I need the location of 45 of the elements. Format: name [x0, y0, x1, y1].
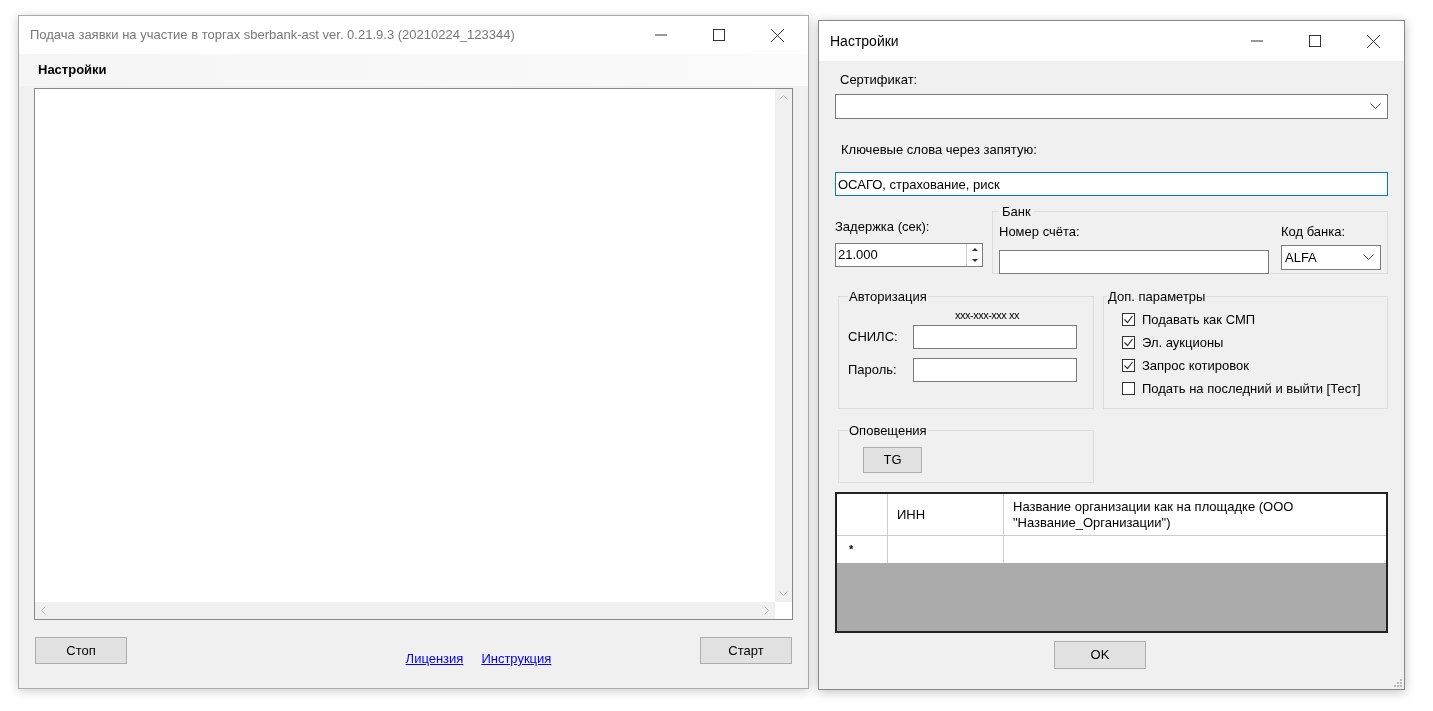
- ok-button[interactable]: OK: [1054, 641, 1146, 669]
- group-title: Банк: [1001, 203, 1032, 221]
- close-icon[interactable]: [771, 28, 784, 42]
- password-field[interactable]: [913, 358, 1077, 382]
- checkbox[interactable]: [1122, 358, 1135, 372]
- option-label[interactable]: Запрос котировок: [1142, 356, 1249, 374]
- snils-field[interactable]: [913, 325, 1077, 349]
- option-label[interactable]: Подать на последний и выйти [Тест]: [1142, 379, 1361, 397]
- stop-button[interactable]: Стоп: [35, 637, 127, 664]
- bank-code-label: Код банка:: [1281, 222, 1347, 241]
- option-label[interactable]: Эл. аукционы: [1142, 333, 1224, 351]
- keywords-field[interactable]: ОСАГО, страхование, риск: [835, 172, 1388, 196]
- certificate-label: Сертификат:: [840, 71, 919, 89]
- snils-format-hint: xxx-xxx-xxx xx: [955, 307, 1020, 323]
- option-label[interactable]: Подавать как СМП: [1142, 310, 1256, 328]
- start-button[interactable]: Старт: [700, 637, 792, 664]
- chevron-down-icon: [1363, 254, 1374, 261]
- window-title: Настройки: [830, 31, 900, 51]
- delay-spinbox[interactable]: 21.000: [835, 242, 983, 267]
- delay-label: Задержка (сек):: [835, 218, 931, 236]
- group-title: Оповещения: [848, 422, 928, 440]
- chevron-down-icon: [1370, 102, 1381, 110]
- account-field[interactable]: [999, 250, 1269, 274]
- resize-grip-icon[interactable]: [1392, 677, 1402, 687]
- column-header[interactable]: ИНН: [888, 494, 1004, 535]
- checkbox[interactable]: [1122, 312, 1135, 326]
- close-icon[interactable]: [1367, 34, 1380, 48]
- link[interactable]: Лицензия: [405, 649, 464, 669]
- column-header[interactable]: Название организации как на площадке (ООО "Название_Организации"): [1004, 494, 1386, 535]
- keywords-label: Ключевые слова через запятую:: [841, 140, 1038, 159]
- checkbox[interactable]: [1122, 335, 1135, 349]
- menu-item[interactable]: Настройки: [38, 60, 107, 80]
- tg-button[interactable]: TG: [863, 446, 922, 473]
- checkbox[interactable]: [1122, 381, 1135, 395]
- maximize-icon[interactable]: [713, 29, 725, 41]
- password-label: Пароль:: [848, 361, 898, 380]
- window-title: Подача заявки на участие в торгах sberbank-ast ver. 0.21.9.3 (20210224_123344): [30, 26, 516, 45]
- group-title: Авторизация: [848, 288, 928, 306]
- certificate-dropdown[interactable]: [835, 93, 1388, 119]
- link[interactable]: Инструкция: [481, 649, 552, 669]
- maximize-icon[interactable]: [1309, 35, 1321, 47]
- group-title: Доп. параметры: [1107, 288, 1207, 306]
- account-label: Номер счёта:: [999, 222, 1081, 241]
- bank-code-dropdown[interactable]: ALFA: [1281, 245, 1381, 270]
- snils-label: СНИЛС:: [848, 328, 899, 347]
